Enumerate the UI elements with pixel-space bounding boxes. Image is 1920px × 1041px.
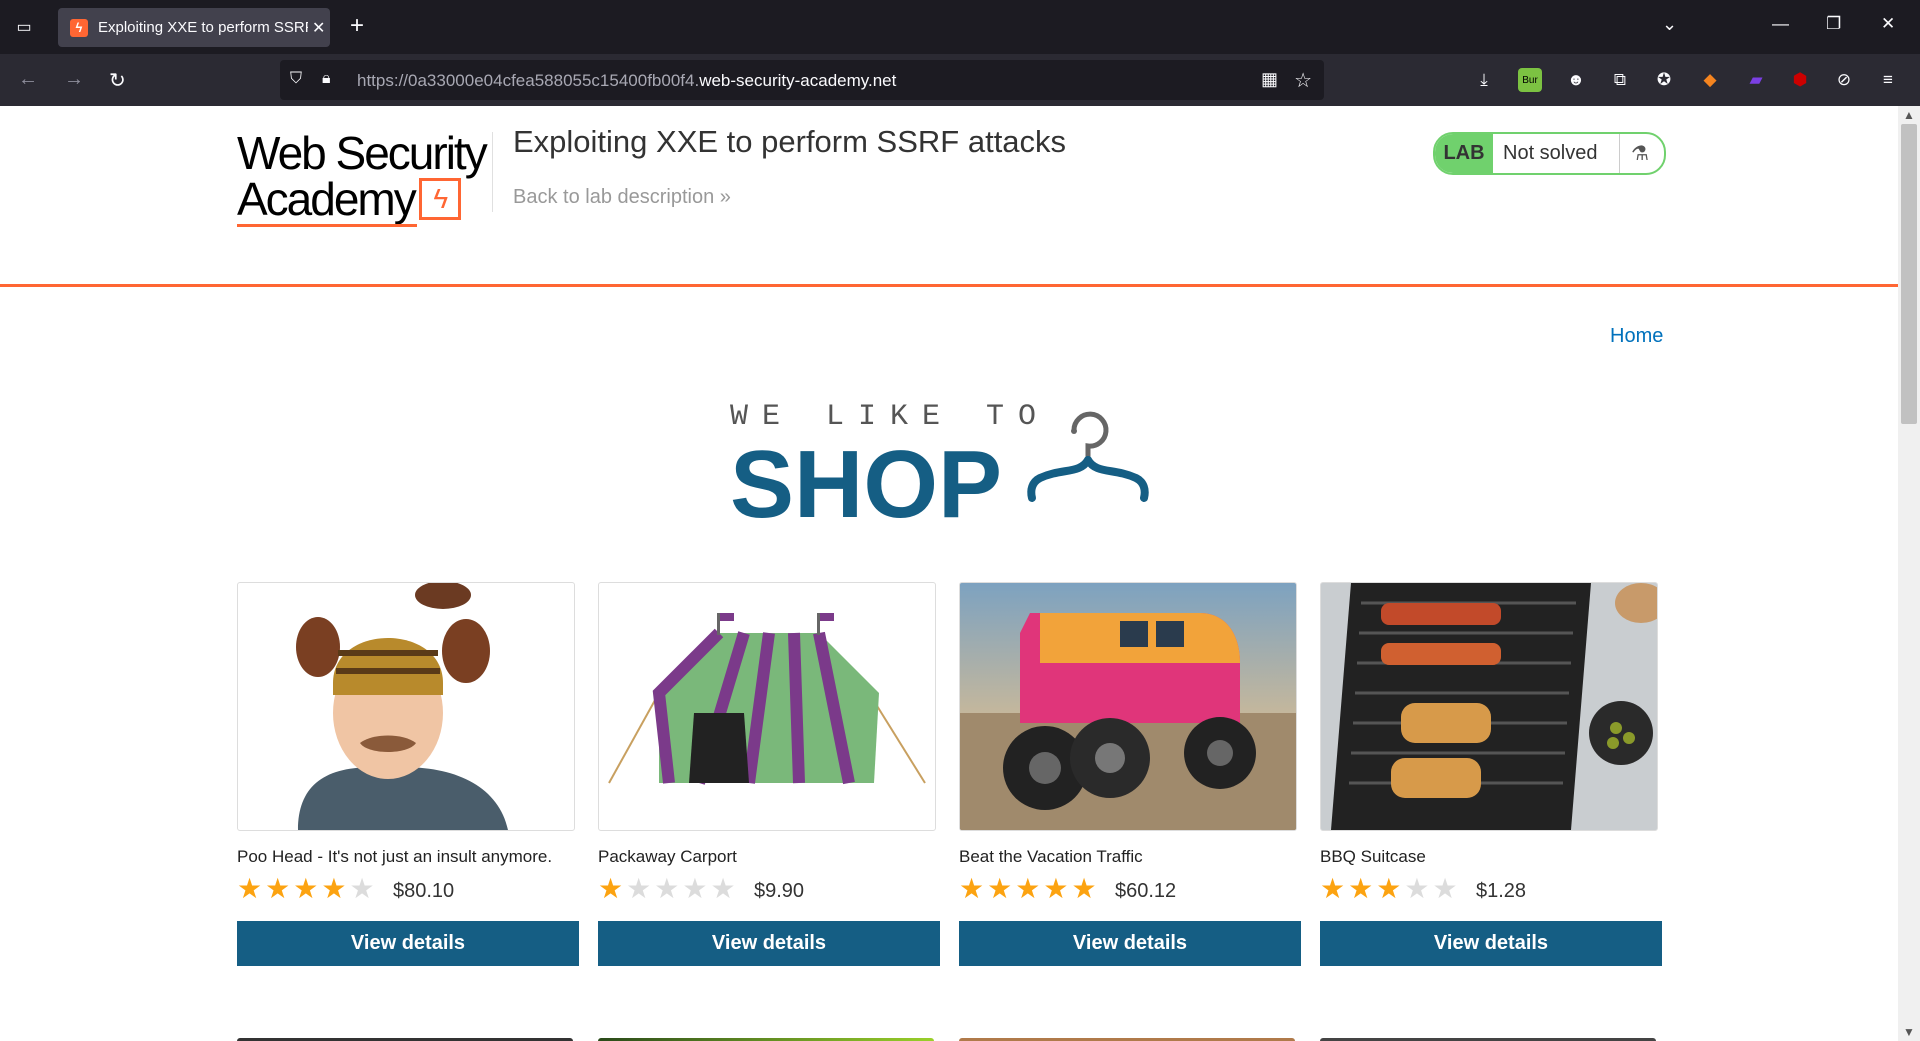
product-card: BBQ Suitcase ★ ★ ★ ★ ★ $1.28 View details bbox=[1320, 582, 1662, 966]
star-icon: ★ bbox=[626, 873, 652, 904]
star-icon: ★ bbox=[682, 873, 708, 904]
lightning-bolt-icon: ϟ bbox=[418, 178, 461, 220]
product-image[interactable] bbox=[598, 582, 936, 831]
extension-face-icon[interactable]: ☻ bbox=[1564, 68, 1588, 92]
tab-close-icon[interactable]: ✕ bbox=[312, 18, 325, 38]
chevrons-right-icon: » bbox=[719, 186, 731, 208]
favicon-icon: ϟ bbox=[70, 18, 88, 37]
close-window-icon[interactable]: ✕ bbox=[1881, 14, 1895, 34]
shield-icon[interactable]: ⛉ bbox=[290, 70, 310, 90]
hanger-icon bbox=[1027, 411, 1149, 502]
logo-line1: Web Security bbox=[237, 127, 488, 179]
view-details-button[interactable]: View details bbox=[959, 921, 1301, 966]
page-scrollbar[interactable]: ▲ ▼ bbox=[1898, 106, 1920, 1041]
home-link[interactable]: Home bbox=[1610, 325, 1663, 348]
back-icon[interactable]: ← bbox=[18, 68, 38, 91]
product-name: BBQ Suitcase bbox=[1320, 847, 1426, 866]
scrollbar-thumb[interactable] bbox=[1901, 124, 1917, 424]
star-icon: ★ bbox=[1432, 873, 1458, 904]
fox-extension-icon[interactable]: ◆ bbox=[1698, 68, 1722, 92]
scroll-down-icon[interactable]: ▼ bbox=[1903, 1025, 1915, 1039]
download-icon[interactable]: ⤓ bbox=[1472, 68, 1496, 92]
nav-toolbar: ← → ↻ ⛉ 🔒︎ https://0a33000e04cfea588055c… bbox=[0, 54, 1920, 106]
menu-icon[interactable]: ≡ bbox=[1876, 68, 1900, 92]
star-icon: ★ bbox=[1043, 873, 1069, 904]
minimize-icon[interactable]: — bbox=[1772, 14, 1789, 34]
cookie-icon[interactable]: ✪ bbox=[1652, 68, 1676, 92]
bookmark-star-icon[interactable]: ☆ bbox=[1294, 68, 1312, 93]
star-icon: ★ bbox=[1348, 873, 1374, 904]
burp-extension-icon[interactable]: Bur bbox=[1518, 68, 1542, 92]
product-name: Packaway Carport bbox=[598, 847, 737, 866]
product-rating: ★ ★ ★ ★ ★ bbox=[237, 875, 378, 903]
shop-hero-banner: WE LIKE TO SHOP bbox=[730, 400, 1170, 540]
badge-extension-icon[interactable]: ▰ bbox=[1744, 68, 1768, 92]
browser-tab[interactable]: ϟ Exploiting XXE to perform SSRF ✕ bbox=[58, 8, 330, 47]
product-rating: ★ ★ ★ ★ ★ bbox=[959, 875, 1100, 903]
star-icon: ★ bbox=[237, 873, 263, 904]
star-icon: ★ bbox=[293, 873, 319, 904]
star-icon: ★ bbox=[598, 873, 624, 904]
forward-icon[interactable]: → bbox=[64, 68, 84, 91]
lab-status-text: Not solved bbox=[1503, 142, 1598, 164]
reload-icon[interactable]: ↻ bbox=[109, 68, 126, 93]
product-card: Beat the Vacation Traffic ★ ★ ★ ★ ★ $60.12 V… bbox=[959, 582, 1301, 966]
product-image[interactable] bbox=[959, 582, 1297, 831]
product-name: Beat the Vacation Traffic bbox=[959, 847, 1143, 866]
academy-header: Web Security Academy ϟ Exploiting XXE to… bbox=[0, 106, 1898, 287]
star-icon: ★ bbox=[654, 873, 680, 904]
tab-title: Exploiting XXE to perform SSRF bbox=[98, 19, 308, 36]
hero-tagline: WE LIKE TO bbox=[730, 400, 1051, 434]
lab-tag: LAB bbox=[1435, 134, 1493, 173]
star-icon: ★ bbox=[1320, 873, 1346, 904]
header-divider bbox=[492, 132, 493, 212]
chevron-down-icon[interactable]: ⌄ bbox=[1662, 14, 1677, 35]
new-tab-icon[interactable]: + bbox=[350, 12, 364, 40]
hero-shop-text: SHOP bbox=[730, 431, 1003, 538]
star-icon: ★ bbox=[710, 873, 736, 904]
qr-code-icon[interactable]: ▦ bbox=[1261, 69, 1278, 90]
ublock-icon[interactable]: ⬢ bbox=[1788, 68, 1812, 92]
product-image[interactable] bbox=[237, 582, 575, 831]
restore-icon[interactable]: ❐ bbox=[1826, 14, 1841, 34]
product-price: $80.10 bbox=[393, 880, 455, 902]
web-page: Web Security Academy ϟ Exploiting XXE to… bbox=[0, 106, 1898, 1041]
lab-title: Exploiting XXE to perform SSRF attacks bbox=[513, 124, 1067, 159]
flask-icon: ⚗ bbox=[1619, 134, 1660, 173]
compass-icon[interactable]: ⊘ bbox=[1832, 68, 1856, 92]
extensions-puzzle-icon[interactable]: ⧉ bbox=[1608, 68, 1632, 92]
scroll-up-icon[interactable]: ▲ bbox=[1903, 108, 1915, 122]
view-details-button[interactable]: View details bbox=[598, 921, 940, 966]
logo-line2: Academy ϟ bbox=[237, 176, 487, 222]
product-card: Packaway Carport ★ ★ ★ ★ ★ $9.90 View detail… bbox=[598, 582, 940, 966]
back-to-lab-description-link[interactable]: Back to lab description » bbox=[513, 186, 731, 209]
star-icon: ★ bbox=[1015, 873, 1041, 904]
url-text[interactable]: https://0a33000e04cfea588055c15400fb00f4… bbox=[357, 71, 896, 91]
lock-icon[interactable]: 🔒︎ bbox=[322, 70, 331, 88]
product-price: $60.12 bbox=[1115, 880, 1177, 902]
star-icon: ★ bbox=[321, 873, 347, 904]
star-icon: ★ bbox=[959, 873, 985, 904]
product-rating: ★ ★ ★ ★ ★ bbox=[598, 875, 739, 903]
product-price: $9.90 bbox=[754, 880, 805, 902]
product-name: Poo Head - It's not just an insult anymo… bbox=[237, 847, 553, 866]
tab-strip: ▭ ϟ Exploiting XXE to perform SSRF ✕ + ⌄… bbox=[0, 0, 1920, 54]
star-icon: ★ bbox=[1404, 873, 1430, 904]
product-card: Poo Head - It's not just an insult anymo… bbox=[237, 582, 579, 966]
product-rating: ★ ★ ★ ★ ★ bbox=[1320, 875, 1461, 903]
logo-underline bbox=[237, 224, 417, 227]
star-icon: ★ bbox=[349, 873, 375, 904]
view-details-button[interactable]: View details bbox=[1320, 921, 1662, 966]
star-icon: ★ bbox=[987, 873, 1013, 904]
product-price: $1.28 bbox=[1476, 880, 1527, 902]
product-image[interactable] bbox=[1320, 582, 1658, 831]
star-icon: ★ bbox=[265, 873, 291, 904]
star-icon: ★ bbox=[1376, 873, 1402, 904]
view-details-button[interactable]: View details bbox=[237, 921, 579, 966]
web-security-academy-logo[interactable]: Web Security Academy ϟ bbox=[237, 127, 488, 230]
tab-list-icon[interactable]: ▭ bbox=[12, 15, 36, 39]
url-bar[interactable]: ⛉ 🔒︎ https://0a33000e04cfea588055c15400f… bbox=[280, 60, 1324, 100]
lab-status-badge: LAB Not solved ⚗ bbox=[1433, 132, 1666, 175]
star-icon: ★ bbox=[1071, 873, 1097, 904]
